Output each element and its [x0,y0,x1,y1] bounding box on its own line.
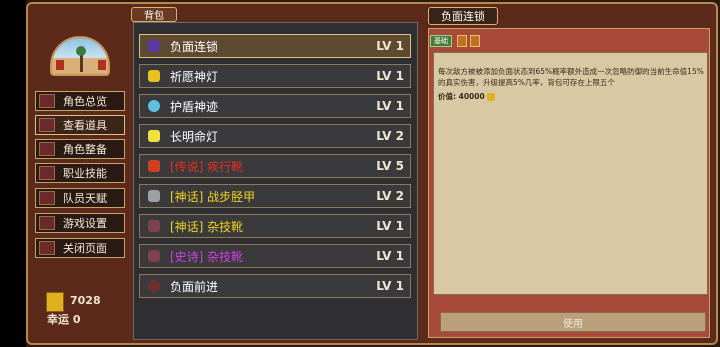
close-icon [39,241,55,255]
sidebar-item-class-skills[interactable]: 职业技能 [35,163,125,183]
inventory-item[interactable]: 负面连锁 LV 1 [139,34,411,58]
item-level: LV 1 [376,279,404,293]
sidebar-item-label: 角色总览 [63,95,107,108]
banner-right-icon [98,60,106,70]
inventory-item[interactable]: [传说] 疾行靴 LV 5 [139,154,411,178]
gold-icon [46,292,64,312]
sidebar-item-label: 查看道具 [63,119,107,132]
inventory-item[interactable]: 护盾神迹 LV 1 [139,94,411,118]
inventory-item[interactable]: 负面前进 LV 1 [139,274,411,298]
talent-icon [39,191,55,205]
guild-emblem [50,36,110,76]
sidebar-item-label: 游戏设置 [63,217,107,230]
price-text: 价值: 40000 [438,92,485,101]
inventory-item[interactable]: [史诗] 杂技靴 LV 1 [139,244,411,268]
screen-edge [0,0,26,347]
item-price: 价值: 40000 [438,91,496,102]
greaves-icon [148,190,160,202]
item-level: LV 2 [376,189,404,203]
sidebar: 角色总览 查看道具 角色整备 职业技能 队员天赋 游戏设置 关闭页面 7028 … [30,8,128,338]
item-name: [传说] 疾行靴 [170,159,244,174]
base-tag: 基础 [430,35,452,47]
shield-orb-icon [148,100,160,112]
bird-icon [76,46,86,56]
item-level: LV 1 [376,249,404,263]
item-name: [史诗] 杂技靴 [170,249,244,264]
tag-icon [457,35,467,47]
sidebar-item-close-page[interactable]: 关闭页面 [35,238,125,258]
item-name: 负面连锁 [170,39,219,54]
perch-icon [80,54,83,72]
sidebar-item-label: 队员天赋 [63,192,107,205]
item-level: LV 1 [376,69,404,83]
equipment-icon [39,142,55,156]
sidebar-item-label: 职业技能 [63,167,107,180]
item-level: LV 1 [376,39,404,53]
item-description: 每次敌方被被添加负面状态到65%概率额外造成一次忽略防御的当前生命值15%的真实… [438,67,704,87]
gold-amount: 7028 [70,294,101,307]
item-name: 护盾神迹 [170,99,219,114]
inventory-item[interactable]: 长明命灯 LV 2 [139,124,411,148]
candle-icon [148,130,160,142]
inventory-item[interactable]: [神话] 战步胫甲 LV 2 [139,184,411,208]
sidebar-item-label: 关闭页面 [63,242,107,255]
sidebar-item-view-items[interactable]: 查看道具 [35,115,125,135]
item-name: 长明命灯 [170,129,219,144]
tab-backpack[interactable]: 背包 [131,7,177,22]
item-level: LV 2 [376,129,404,143]
boots-icon [148,220,160,232]
use-button[interactable]: 使用 [440,312,706,332]
item-level: LV 5 [376,159,404,173]
boots-icon [148,160,160,172]
item-name: 祈愿神灯 [170,69,219,84]
item-level: LV 1 [376,99,404,113]
boots-icon [148,250,160,262]
inventory-item[interactable]: [神话] 杂技靴 LV 1 [139,214,411,238]
inventory-item[interactable]: 祈愿神灯 LV 1 [139,64,411,88]
detail-title: 负面连锁 [428,7,498,25]
settings-icon [39,216,55,230]
sidebar-item-settings[interactable]: 游戏设置 [35,213,125,233]
forward-icon [148,280,160,292]
skill-icon [39,166,55,180]
luck-value: 幸运 0 [47,313,81,326]
item-name: [神话] 战步胫甲 [170,189,256,204]
chain-icon [148,40,160,52]
sidebar-item-character-overview[interactable]: 角色总览 [35,91,125,111]
item-level: LV 1 [376,219,404,233]
banner-left-icon [56,60,64,70]
lamp-icon [148,70,160,82]
description-card [433,52,708,295]
sidebar-item-label: 角色整备 [63,143,107,156]
item-name: 负面前进 [170,279,219,294]
gold-coin-icon [487,93,496,101]
tag-icon [470,35,480,47]
item-name: [神话] 杂技靴 [170,219,244,234]
sidebar-item-equipment[interactable]: 角色整备 [35,139,125,159]
character-icon [39,94,55,108]
bag-icon [39,118,55,132]
sidebar-item-team-talents[interactable]: 队员天赋 [35,188,125,208]
